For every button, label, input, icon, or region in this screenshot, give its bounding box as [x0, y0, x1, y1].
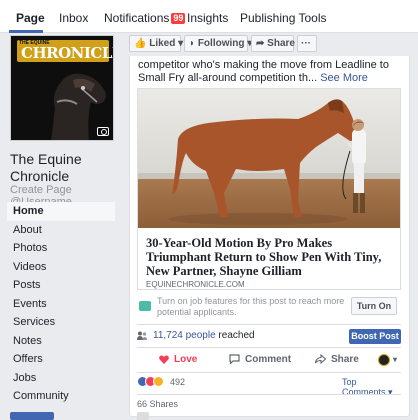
following-label: Following: [197, 38, 245, 49]
love-label: Love: [174, 354, 198, 365]
wow-reaction-icon[interactable]: [153, 376, 164, 387]
chevron-down-icon: ▾: [178, 38, 184, 49]
tab-notifications-label: Notifications: [104, 11, 170, 25]
reach-count[interactable]: 11,724 people: [153, 330, 216, 341]
link-domain: EQUINECHRONICLE.COM: [146, 280, 245, 289]
share-label: Share: [267, 38, 295, 49]
tab-notifications[interactable]: Notifications 99: [104, 11, 186, 25]
chevron-down-icon[interactable]: ▾: [393, 355, 397, 364]
divider: [137, 347, 401, 348]
following-button[interactable]: ◗ Following ▾: [184, 35, 252, 52]
avatar: [137, 412, 149, 420]
sidebar-item-services[interactable]: Services: [7, 313, 115, 332]
share-label: Share: [331, 354, 359, 365]
link-preview[interactable]: 30-Year-Old Motion By Pro Makes Triumpha…: [137, 88, 401, 290]
shares-count[interactable]: 66 Shares: [137, 399, 178, 409]
sidebar-item-community[interactable]: Community: [7, 387, 115, 406]
share-page-button[interactable]: ➦ Share: [251, 35, 295, 52]
divider: [137, 324, 401, 325]
horse-photo: [138, 89, 400, 228]
tab-insights[interactable]: Insights: [187, 11, 228, 25]
comment-icon: [229, 354, 240, 365]
page-sidebar: THE EQUINE CHRONICLE The Equine Chronicl…: [0, 33, 122, 417]
sidebar-item-videos[interactable]: Videos: [7, 258, 115, 277]
thumbs-up-icon: 👍: [134, 38, 147, 49]
job-features-text: Turn on job features for this post to re…: [157, 296, 345, 317]
divider: [137, 394, 401, 395]
sidebar-item-photos[interactable]: Photos: [7, 239, 115, 258]
divider: [137, 372, 401, 373]
reactions-row: 492 Top Comments ▾: [137, 376, 401, 397]
post-card: competitor who's making the move from Le…: [129, 56, 410, 420]
more-options-button[interactable]: ···: [297, 35, 317, 52]
camera-icon[interactable]: [97, 127, 109, 136]
heart-icon: [159, 355, 169, 364]
link-preview-image: [138, 89, 400, 228]
comment-button[interactable]: Comment: [229, 354, 291, 365]
share-button[interactable]: Share: [314, 353, 359, 365]
sidebar-item-jobs[interactable]: Jobs: [7, 369, 115, 388]
reach-row: 11,724 people reached Boost Post: [137, 329, 401, 344]
reach-text: 11,724 people reached: [153, 330, 255, 341]
tab-publishing-tools[interactable]: Publishing Tools: [240, 11, 327, 25]
post-text: competitor who's making the move from Le…: [138, 59, 404, 85]
job-features-prompt: Turn on job features for this post to re…: [137, 295, 401, 319]
boost-post-button[interactable]: Boost Post: [349, 329, 401, 344]
rss-icon: ◗: [189, 38, 196, 49]
sidebar-item-home[interactable]: Home: [7, 202, 115, 221]
sidebar-nav: Home About Photos Videos Posts Events Se…: [7, 202, 115, 406]
love-button[interactable]: Love: [159, 354, 197, 365]
profile-picture[interactable]: THE EQUINE CHRONICLE: [10, 35, 114, 141]
logo-name: CHRONICLE: [21, 44, 114, 62]
sidebar-bottom-button[interactable]: [10, 412, 54, 420]
people-icon: [137, 331, 147, 340]
liked-label: Liked: [149, 38, 176, 49]
avatar[interactable]: [378, 354, 390, 366]
share-icon: [314, 353, 327, 365]
briefcase-icon: [139, 301, 151, 311]
link-title[interactable]: 30-Year-Old Motion By Pro Makes Triumpha…: [146, 236, 396, 278]
page-top-nav: Page Inbox Notifications 99 Insights Publ…: [0, 0, 418, 33]
sidebar-item-about[interactable]: About: [7, 221, 115, 240]
turn-on-button[interactable]: Turn On: [351, 297, 397, 315]
tab-page[interactable]: Page: [16, 11, 45, 25]
sidebar-item-posts[interactable]: Posts: [7, 276, 115, 295]
chronicle-logo: THE EQUINE CHRONICLE: [17, 40, 113, 62]
tab-inbox[interactable]: Inbox: [59, 11, 88, 25]
sidebar-item-notes[interactable]: Notes: [7, 332, 115, 351]
sidebar-item-offers[interactable]: Offers: [7, 350, 115, 369]
page-title: The Equine Chronicle: [10, 151, 82, 184]
sidebar-item-events[interactable]: Events: [7, 295, 115, 314]
comment-label: Comment: [245, 354, 292, 365]
reaction-count[interactable]: 492: [170, 377, 185, 387]
notifications-badge: 99: [171, 13, 186, 24]
see-more-link[interactable]: See More: [320, 72, 368, 84]
reach-suffix: reached: [215, 330, 255, 341]
liked-button[interactable]: 👍 Liked ▾: [129, 35, 184, 52]
share-arrow-icon: ➦: [256, 38, 265, 49]
post-actions: Love Comment Share ▾: [137, 350, 401, 372]
